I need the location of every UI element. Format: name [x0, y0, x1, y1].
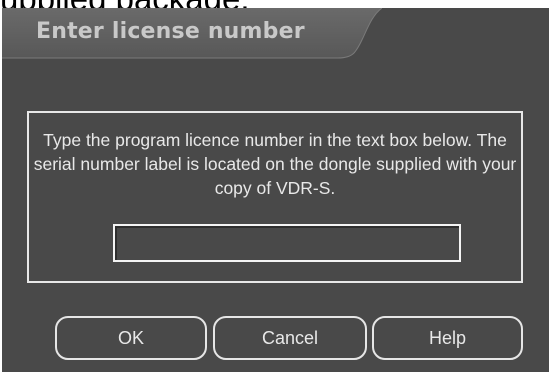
- screenshot-stage: upplied package. Enter license number Ty…: [0, 0, 549, 372]
- license-panel: Type the program licence number in the t…: [27, 111, 523, 283]
- instructions-text: Type the program licence number in the t…: [33, 130, 517, 198]
- help-button[interactable]: Help: [372, 316, 523, 360]
- ok-button[interactable]: OK: [55, 316, 207, 360]
- license-number-input[interactable]: [113, 224, 461, 262]
- dialog-title: Enter license number: [36, 19, 305, 44]
- dialog-title-bar: Enter license number: [2, 8, 382, 64]
- cancel-button[interactable]: Cancel: [213, 316, 367, 360]
- license-dialog: Enter license number Type the program li…: [2, 8, 549, 372]
